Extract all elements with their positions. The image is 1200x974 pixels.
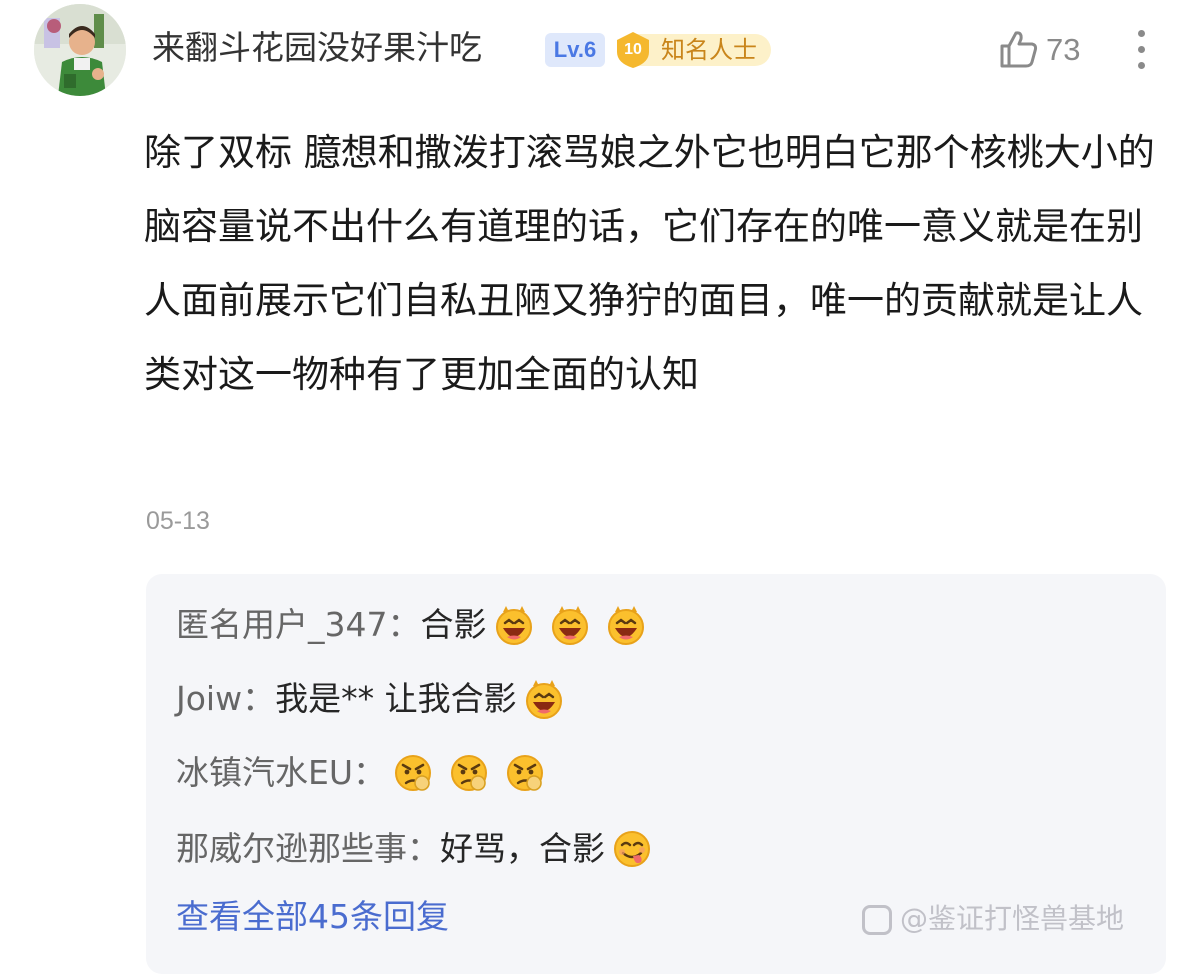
more-dot bbox=[1138, 30, 1145, 37]
comment-date: 05-13 bbox=[146, 507, 210, 535]
reply-item[interactable]: Joiw： 我是** 让我合影 bbox=[176, 674, 565, 724]
laughing-emoji-icon bbox=[551, 606, 588, 645]
view-all-replies-link[interactable]: 查看全部45条回复 bbox=[176, 892, 449, 942]
laughing-emoji-icon bbox=[607, 606, 644, 645]
angry-emoji-icon bbox=[507, 755, 544, 791]
reply-item[interactable]: 那威尔逊那些事： 好骂，合影 bbox=[176, 824, 653, 874]
more-dot bbox=[1138, 46, 1145, 53]
angry-emoji-icon bbox=[395, 755, 432, 791]
reply-text: 好骂，合影 bbox=[440, 829, 605, 868]
comment-body: 除了双标 臆想和撒泼打滚骂娘之外它也明白它那个核桃大小的脑容量说不出什么有道理的… bbox=[144, 131, 1155, 396]
laughing-emoji-icon bbox=[495, 606, 532, 645]
honor-badge: 10 知名人士 bbox=[613, 30, 771, 70]
watermark: @鉴证打怪兽基地 bbox=[862, 896, 1124, 942]
angry-emoji-icon bbox=[451, 755, 488, 791]
tongue-out-emoji-icon bbox=[614, 831, 650, 867]
reply-item[interactable]: 冰镇汽水EU： bbox=[176, 748, 546, 798]
more-options-icon[interactable] bbox=[1128, 26, 1156, 72]
watermark-text: @鉴证打怪兽基地 bbox=[900, 902, 1125, 935]
reply-text: 合影 bbox=[420, 605, 487, 644]
weibo-logo-icon bbox=[862, 905, 892, 935]
level-badge: Lv.6 bbox=[545, 33, 605, 67]
reply-author[interactable]: 匿名用户_347： bbox=[176, 600, 421, 650]
comment-author[interactable]: 来翻斗花园没好果汁吃 bbox=[152, 26, 482, 70]
honor-badge-title: 知名人士 bbox=[661, 36, 757, 64]
reply-author[interactable]: 冰镇汽水EU： bbox=[176, 748, 386, 798]
reply-author[interactable]: 那威尔逊那些事： bbox=[176, 824, 440, 874]
thumbs-up-icon bbox=[1000, 31, 1038, 68]
more-dot bbox=[1138, 62, 1145, 69]
laughing-emoji-icon bbox=[525, 680, 562, 719]
like-button[interactable]: 73 bbox=[994, 22, 1094, 76]
honor-badge-number: 10 bbox=[624, 41, 642, 58]
reply-item[interactable]: 匿名用户_347： 合影 bbox=[176, 600, 647, 650]
reply-text: 我是** 让我合影 bbox=[275, 679, 517, 718]
reply-author[interactable]: Joiw： bbox=[176, 674, 275, 724]
avatar[interactable] bbox=[34, 4, 126, 96]
like-count: 73 bbox=[1046, 32, 1081, 67]
